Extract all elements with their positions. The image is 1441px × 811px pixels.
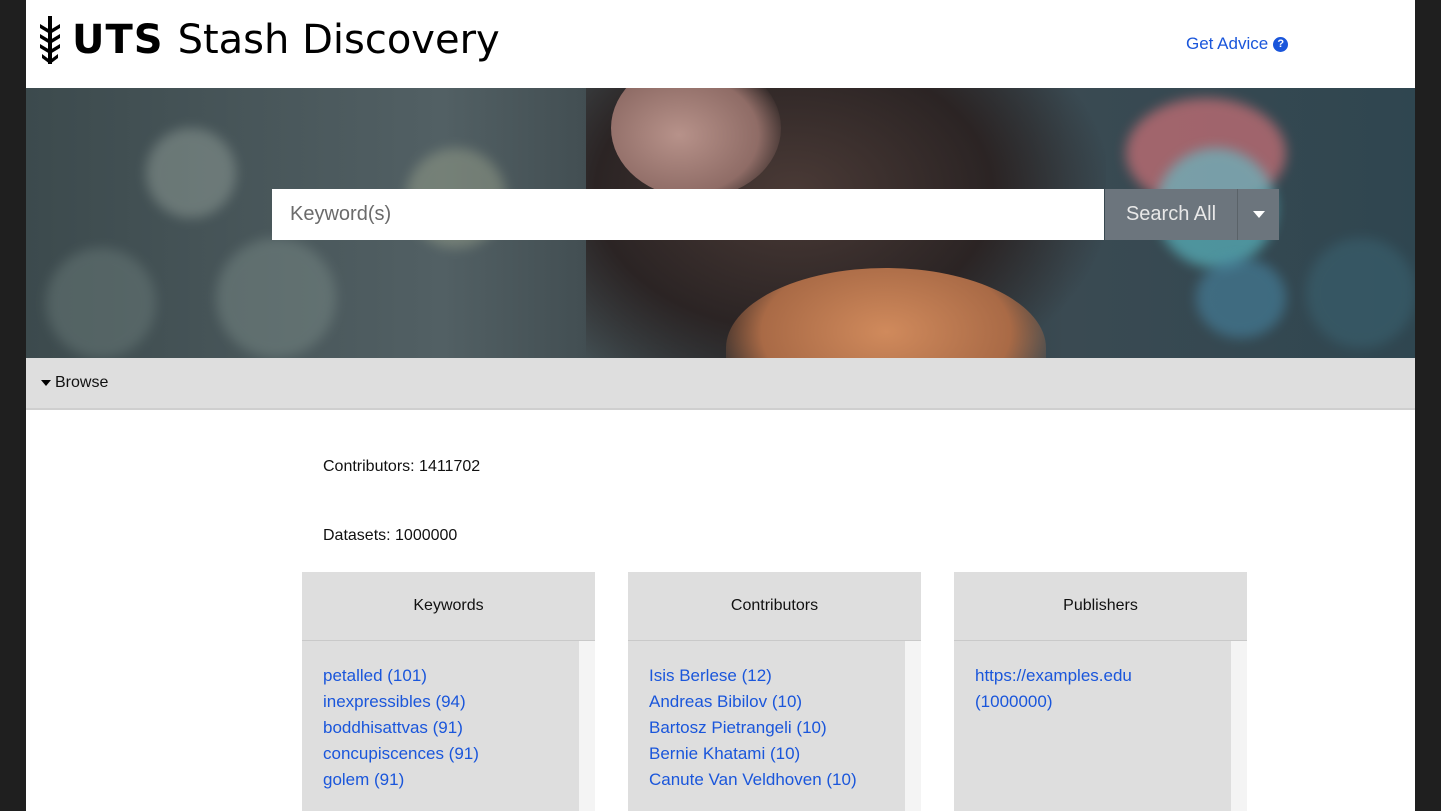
- contributors-scrollbar[interactable]: [905, 641, 921, 811]
- bokeh-decoration: [216, 238, 336, 358]
- keyword-link[interactable]: golem (91): [323, 767, 553, 793]
- get-advice-label: Get Advice: [1186, 34, 1269, 53]
- hero-banner: Search All: [26, 88, 1415, 358]
- keyword-link[interactable]: concupiscences (91): [323, 741, 553, 767]
- publishers-panel: Publishers https://examples.edu (1000000…: [954, 572, 1247, 811]
- search-scope-dropdown[interactable]: [1237, 189, 1279, 240]
- bokeh-decoration: [1196, 258, 1286, 338]
- bokeh-decoration: [46, 248, 156, 358]
- publisher-link[interactable]: https://examples.edu (1000000): [975, 663, 1155, 715]
- publishers-panel-title: Publishers: [954, 572, 1247, 641]
- keywords-scrollbar[interactable]: [579, 641, 595, 811]
- get-advice-link[interactable]: Get Advice ?: [1186, 34, 1289, 54]
- contributor-link[interactable]: Bartosz Pietrangeli (10): [649, 715, 879, 741]
- search-all-button[interactable]: Search All: [1105, 189, 1237, 240]
- contributors-panel: Contributors Isis Berlese (12) Andreas B…: [628, 572, 921, 811]
- caret-down-icon: [41, 380, 51, 386]
- site-logo[interactable]: UTS Stash Discovery: [36, 14, 500, 66]
- contributor-link[interactable]: Canute Van Veldhoven (10): [649, 767, 879, 793]
- bokeh-decoration: [146, 128, 236, 218]
- keyword-link[interactable]: petalled (101): [323, 663, 553, 689]
- publishers-scrollbar[interactable]: [1231, 641, 1247, 811]
- keywords-panel: Keywords petalled (101) inexpressibles (…: [302, 572, 595, 811]
- contributor-link[interactable]: Isis Berlese (12): [649, 663, 879, 689]
- browse-label: Browse: [55, 374, 109, 391]
- browse-toggle[interactable]: Browse: [41, 374, 108, 392]
- contributors-panel-title: Contributors: [628, 572, 921, 641]
- publishers-list: https://examples.edu (1000000): [954, 641, 1247, 811]
- browse-bar: Browse: [26, 358, 1415, 410]
- site-header: UTS Stash Discovery Get Advice ?: [26, 0, 1415, 88]
- keywords-panel-title: Keywords: [302, 572, 595, 641]
- contributor-link[interactable]: Bernie Khatami (10): [649, 741, 879, 767]
- contributors-count: Contributors: 1411702: [323, 458, 481, 475]
- brand-title: Stash Discovery: [177, 17, 500, 63]
- page: UTS Stash Discovery Get Advice ? Search …: [26, 0, 1415, 811]
- datasets-count: Datasets: 1000000: [323, 527, 458, 544]
- bokeh-decoration: [1306, 238, 1415, 348]
- keyword-link[interactable]: inexpressibles (94): [323, 689, 553, 715]
- keywords-list: petalled (101) inexpressibles (94) boddh…: [302, 641, 595, 811]
- caret-down-icon: [1252, 211, 1265, 218]
- contributors-list: Isis Berlese (12) Andreas Bibilov (10) B…: [628, 641, 921, 811]
- keyword-link[interactable]: boddhisattvas (91): [323, 715, 553, 741]
- keyword-search-input[interactable]: [272, 189, 1104, 240]
- uts-crest-icon: [40, 16, 60, 64]
- contributor-link[interactable]: Andreas Bibilov (10): [649, 689, 879, 715]
- brand-abbreviation: UTS: [72, 17, 164, 63]
- question-circle-icon: ?: [1273, 36, 1289, 52]
